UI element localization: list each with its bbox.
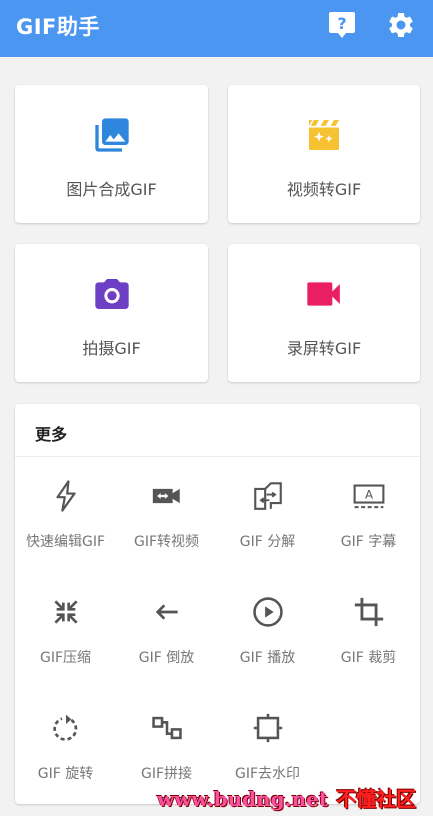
join-icon [150, 711, 184, 745]
compress-icon [49, 595, 83, 629]
video-camera-icon [304, 274, 344, 314]
photo-library-icon [92, 115, 132, 155]
tool-label: GIF 分解 [239, 534, 296, 550]
lightning-icon [49, 479, 83, 513]
tool-gif-split[interactable]: GIF 分解 [217, 457, 318, 567]
svg-text:A: A [364, 488, 372, 502]
card-label: 录屏转GIF [286, 339, 362, 358]
watermark-remove-icon [251, 711, 285, 745]
help-button[interactable]: ? [327, 10, 357, 40]
watermark-site: www.budng.net [157, 787, 329, 811]
tool-gif-play[interactable]: GIF 播放 [217, 573, 318, 683]
card-images-to-gif[interactable]: 图片合成GIF [15, 85, 208, 223]
tool-label: GIF去水印 [234, 766, 301, 782]
svg-text:?: ? [337, 14, 346, 33]
card-label: 视频转GIF [286, 180, 362, 199]
gear-icon [389, 12, 413, 38]
tool-label: GIF 播放 [239, 650, 296, 666]
tool-label: GIF 旋转 [37, 766, 94, 782]
movie-clapper-icon [304, 115, 344, 155]
video-convert-icon [150, 479, 184, 513]
crop-icon [352, 595, 386, 629]
tool-gif-crop[interactable]: GIF 裁剪 [318, 573, 419, 683]
app-title: GIF助手 [16, 15, 100, 39]
arrow-left-icon [150, 595, 184, 629]
tool-label: 快速编辑GIF [25, 534, 106, 550]
more-tools-panel: 更多 快速编辑GIF GIF转视频 GIF 分解 A GIF 字幕 GIF压缩 … [15, 404, 420, 804]
help-icon: ? [329, 12, 355, 38]
tool-gif-to-video[interactable]: GIF转视频 [116, 457, 217, 567]
split-frames-icon [251, 479, 285, 513]
card-label: 拍摄GIF [82, 339, 141, 358]
subtitle-icon: A [352, 479, 386, 513]
tool-label: GIF 字幕 [340, 534, 397, 550]
tool-label: GIF 裁剪 [340, 650, 397, 666]
card-video-to-gif[interactable]: 视频转GIF [228, 85, 420, 223]
card-screen-record-to-gif[interactable]: 录屏转GIF [228, 244, 420, 382]
tool-gif-subtitle[interactable]: A GIF 字幕 [318, 457, 419, 567]
camera-icon [92, 274, 132, 314]
tool-gif-rotate[interactable]: GIF 旋转 [15, 689, 116, 799]
card-label: 图片合成GIF [66, 180, 157, 199]
tool-label: GIF 倒放 [138, 650, 195, 666]
tool-label: GIF转视频 [133, 534, 200, 550]
tool-label: GIF压缩 [39, 650, 92, 666]
site-watermark: www.budng.net 不懂社区 [157, 783, 416, 812]
play-circle-icon [251, 595, 285, 629]
tool-gif-compress[interactable]: GIF压缩 [15, 573, 116, 683]
tool-gif-reverse[interactable]: GIF 倒放 [116, 573, 217, 683]
watermark-name: 不懂社区 [336, 787, 417, 811]
rotate-icon [49, 711, 83, 745]
tool-label: GIF拼接 [140, 766, 193, 782]
settings-button[interactable] [386, 10, 416, 40]
section-heading: 更多 [35, 425, 68, 444]
card-shoot-gif[interactable]: 拍摄GIF [15, 244, 208, 382]
app-bar: GIF助手 ? [0, 0, 433, 57]
tool-quick-edit[interactable]: 快速编辑GIF [15, 457, 116, 567]
